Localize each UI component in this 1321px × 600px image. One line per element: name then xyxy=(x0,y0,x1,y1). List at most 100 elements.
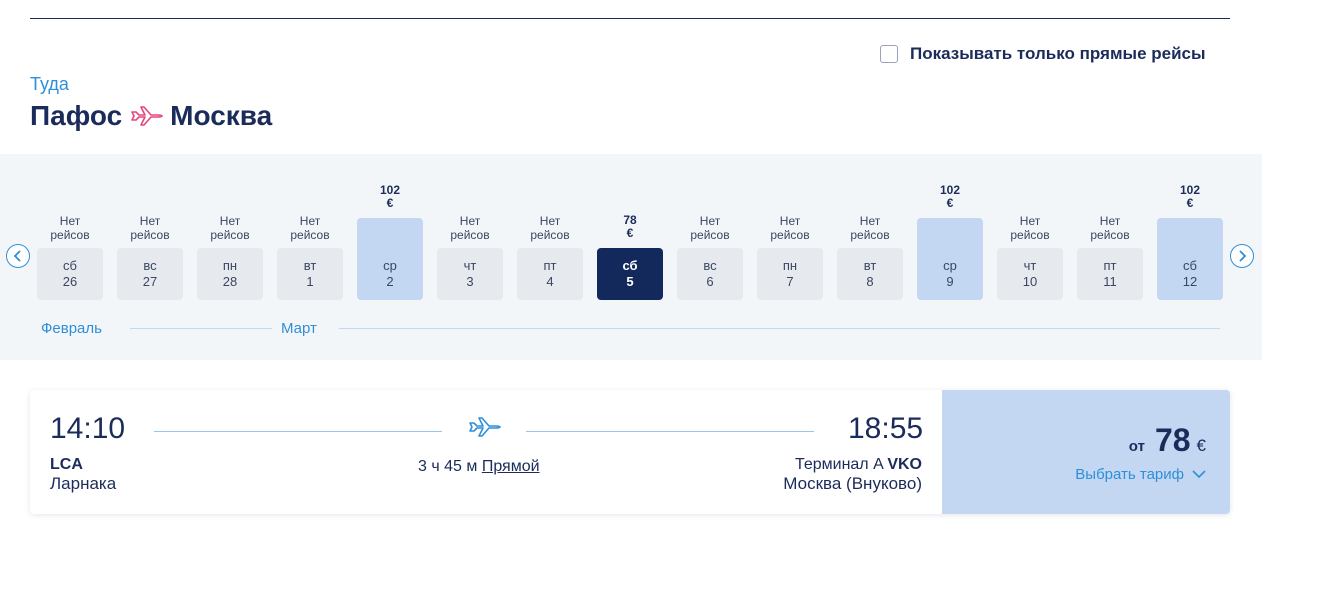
day-price-currency: € xyxy=(626,226,634,240)
day-date: 7 xyxy=(786,274,794,289)
calendar-day[interactable]: 78 € сб 5 xyxy=(597,154,663,304)
day-button[interactable]: сб 12 xyxy=(1157,218,1223,300)
calendar-day[interactable]: 102 € ср 2 xyxy=(357,154,423,304)
day-no-flights: Нет рейсов xyxy=(1090,214,1130,242)
price-panel[interactable]: от 78 € Выбрать тариф xyxy=(942,390,1230,514)
day-no-flights: Нет рейсов xyxy=(770,214,810,242)
airplane-icon xyxy=(128,101,164,131)
day-date: 11 xyxy=(1103,274,1117,289)
direct-flight-link[interactable]: Прямой xyxy=(482,458,540,475)
calendar-day[interactable]: Нет рейсов пн 28 xyxy=(197,154,263,304)
departure-time: 14:10 xyxy=(50,412,126,445)
day-button[interactable]: сб 26 xyxy=(37,248,103,300)
day-weekday: сб xyxy=(622,258,638,273)
month-divider xyxy=(339,328,1220,329)
day-weekday: вс xyxy=(143,258,157,273)
day-price-currency: € xyxy=(1186,196,1194,210)
day-button[interactable]: пт 4 xyxy=(517,248,583,300)
day-no-flights: Нет рейсов xyxy=(690,214,730,242)
calendar-day[interactable]: Нет рейсов вт 1 xyxy=(277,154,343,304)
chevron-right-icon xyxy=(1239,250,1247,262)
departure-city: Ларнака xyxy=(50,474,117,493)
calendar-prev-button[interactable] xyxy=(6,244,30,268)
day-button[interactable]: вс 6 xyxy=(677,248,743,300)
day-weekday: вт xyxy=(303,258,317,273)
direct-flights-label[interactable]: Показывать только прямые рейсы xyxy=(910,44,1206,64)
day-button[interactable]: вт 1 xyxy=(277,248,343,300)
day-no-flights: Нет рейсов xyxy=(1010,214,1050,242)
direct-flights-filter[interactable]: Показывать только прямые рейсы xyxy=(880,44,1206,64)
calendar-day[interactable]: Нет рейсов вс 6 xyxy=(677,154,743,304)
flight-card[interactable]: 14:10 LCA Ларнака 3 ч 45 м Прямой 18:55 … xyxy=(30,390,1230,514)
day-no-flights: Нет рейсов xyxy=(290,214,330,242)
day-weekday: сб xyxy=(1183,258,1197,273)
route-title: Пафос Москва xyxy=(30,100,272,132)
calendar-day[interactable]: Нет рейсов вс 27 xyxy=(117,154,183,304)
select-tariff-label[interactable]: Выбрать тариф xyxy=(1075,466,1184,483)
day-weekday: ср xyxy=(943,258,957,273)
calendar-day[interactable]: Нет рейсов пн 7 xyxy=(757,154,823,304)
day-date: 5 xyxy=(626,274,634,289)
day-button[interactable]: ср 2 xyxy=(357,218,423,300)
month-divider xyxy=(130,328,272,329)
calendar-day[interactable]: Нет рейсов чт 10 xyxy=(997,154,1063,304)
price-currency: € xyxy=(1196,436,1206,455)
day-date: 2 xyxy=(386,274,394,289)
day-weekday: чт xyxy=(463,258,477,273)
day-no-flights: Нет рейсов xyxy=(210,214,250,242)
calendar-day[interactable]: 102 € сб 12 xyxy=(1157,154,1223,304)
day-button[interactable]: вс 27 xyxy=(117,248,183,300)
route-destination: Москва xyxy=(170,100,273,131)
chevron-left-icon xyxy=(13,250,21,262)
day-date: 6 xyxy=(706,274,714,289)
calendar-day[interactable]: Нет рейсов чт 3 xyxy=(437,154,503,304)
day-weekday: пн xyxy=(222,258,238,273)
calendar-day[interactable]: Нет рейсов сб 26 xyxy=(37,154,103,304)
day-price: 102 € xyxy=(917,184,983,210)
arrival-terminal: Терминал A xyxy=(794,456,883,473)
price-from-label: от xyxy=(1128,438,1145,455)
day-price-currency: € xyxy=(946,196,954,210)
calendar-day[interactable]: 102 € ср 9 xyxy=(917,154,983,304)
day-date: 12 xyxy=(1182,274,1198,289)
month-label: Февраль xyxy=(41,320,102,337)
chevron-down-icon xyxy=(1192,470,1206,479)
day-button[interactable]: ср 9 xyxy=(917,218,983,300)
calendar-day[interactable]: Нет рейсов пт 4 xyxy=(517,154,583,304)
day-no-flights: Нет рейсов xyxy=(850,214,890,242)
calendar-months: Февраль Март xyxy=(0,318,1262,338)
day-button[interactable]: вт 8 xyxy=(837,248,903,300)
day-weekday: пт xyxy=(543,258,557,273)
route-origin: Пафос xyxy=(30,100,123,131)
arrival-airport-code: VKO xyxy=(887,456,922,473)
day-no-flights: Нет рейсов xyxy=(530,214,570,242)
price-row: от 78 € xyxy=(1129,422,1206,459)
price-value: 78 xyxy=(1154,422,1191,458)
calendar-day[interactable]: Нет рейсов пт 11 xyxy=(1077,154,1143,304)
day-weekday: сб xyxy=(63,258,77,273)
calendar-next-button[interactable] xyxy=(1230,244,1254,268)
day-date: 4 xyxy=(546,274,554,289)
day-no-flights: Нет рейсов xyxy=(450,214,490,242)
day-button[interactable]: пн 7 xyxy=(757,248,823,300)
day-button[interactable]: пн 28 xyxy=(197,248,263,300)
day-weekday: вт xyxy=(863,258,877,273)
day-price-currency: € xyxy=(386,196,394,210)
select-tariff-button[interactable]: Выбрать тариф xyxy=(1075,466,1206,483)
day-weekday: вс xyxy=(703,258,717,273)
calendar-day[interactable]: Нет рейсов вт 8 xyxy=(837,154,903,304)
day-button[interactable]: чт 10 xyxy=(997,248,1063,300)
day-button[interactable]: чт 3 xyxy=(437,248,503,300)
day-weekday: пн xyxy=(782,258,798,273)
direct-flights-checkbox[interactable] xyxy=(880,45,898,63)
day-price: 102 € xyxy=(1157,184,1223,210)
day-button[interactable]: пт 11 xyxy=(1077,248,1143,300)
day-date: 3 xyxy=(466,274,474,289)
day-weekday: ср xyxy=(383,258,397,273)
day-button[interactable]: сб 5 xyxy=(597,248,663,300)
arrival-time: 18:55 xyxy=(848,412,924,445)
duration-value: 3 ч 45 м xyxy=(418,458,478,475)
day-date: 9 xyxy=(946,274,954,289)
day-date: 10 xyxy=(1022,274,1038,289)
arrival-terminal-info: Терминал A VKO xyxy=(795,456,922,474)
